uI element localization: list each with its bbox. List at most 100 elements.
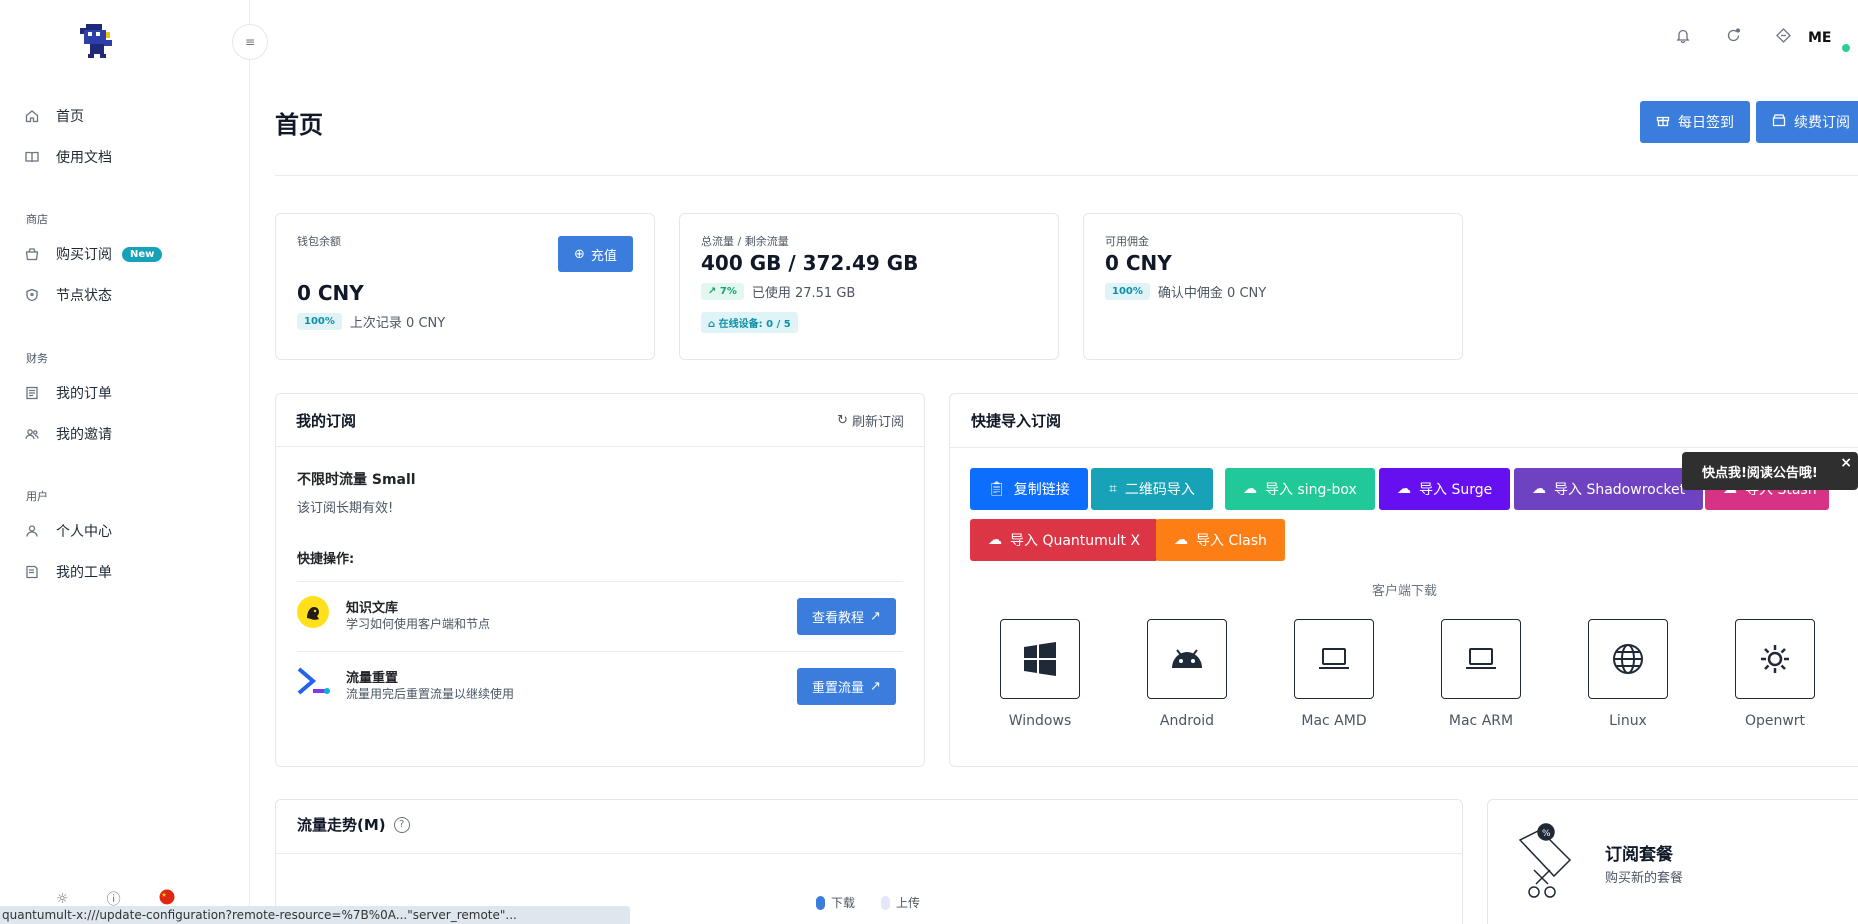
subscription-card: 我的订阅 ↻ 刷新订阅 不限时流量 Small 该订阅长期有效! 快捷操作: 知…: [275, 393, 925, 767]
reset-traffic-button[interactable]: 重置流量 ↗: [797, 668, 896, 705]
client-openwrt[interactable]: Openwrt: [1735, 619, 1815, 729]
ops-divider: [297, 581, 903, 582]
sidebar-item-invite[interactable]: 我的邀请: [24, 420, 112, 448]
avatar-initials: ME: [1808, 29, 1832, 46]
laptop-icon: [1441, 619, 1521, 699]
sidebar-item-label: 个人中心: [56, 524, 112, 540]
user-icon: [24, 523, 40, 539]
clipboard-icon: 📋︎: [988, 481, 1006, 497]
traffic-pill: ↗ 7%: [701, 283, 744, 300]
legend-download[interactable]: 下载: [816, 894, 855, 911]
help-icon[interactable]: ?: [393, 816, 410, 833]
bell-icon[interactable]: [1658, 28, 1708, 47]
legend-upload[interactable]: 上传: [881, 894, 920, 911]
commission-note: 确认中佣金 0 CNY: [1157, 286, 1267, 301]
avatar[interactable]: ME: [1808, 29, 1850, 52]
wallet-note: 上次记录 0 CNY: [349, 316, 446, 331]
sidebar-item-profile[interactable]: 个人中心: [24, 517, 112, 545]
svg-text:%: %: [1542, 829, 1551, 839]
traffic-trend-title: 流量走势(M): [297, 816, 386, 834]
shop-icon: [24, 246, 40, 262]
sidebar: 首页 使用文档 商店 购买订阅 New 节点状态 财务 我的订单 我的邀请 用户…: [0, 0, 250, 924]
daily-checkin-label: 每日签到: [1678, 115, 1734, 131]
op-reset-desc: 流量用完后重置流量以继续使用: [346, 687, 515, 701]
sidebar-item-label: 首页: [56, 109, 84, 125]
sidebar-item-home[interactable]: 首页: [24, 102, 84, 130]
subscription-card-header: 我的订阅 ↻ 刷新订阅: [276, 394, 924, 447]
daily-checkin-button[interactable]: 每日签到: [1640, 101, 1750, 143]
import-quantumultx-label: 导入 Quantumult X: [1010, 533, 1141, 549]
client-mac-amd[interactable]: Mac AMD: [1294, 619, 1374, 729]
sun-icon[interactable]: ☼: [56, 891, 69, 907]
cloud-download-icon: ☁: [1397, 481, 1411, 497]
copy-link-button[interactable]: 📋︎ 复制链接: [970, 468, 1088, 510]
announcement-tooltip[interactable]: 快点我!阅读公告哦! ×: [1682, 452, 1858, 490]
client-label: Mac AMD: [1301, 713, 1367, 729]
wallet-note-row: 100% 上次记录 0 CNY: [297, 312, 445, 331]
app-root: 首页 使用文档 商店 购买订阅 New 节点状态 财务 我的订单 我的邀请 用户…: [0, 0, 1858, 924]
import-clash-label: 导入 Clash: [1196, 533, 1267, 549]
sidebar-item-buy[interactable]: 购买订阅 New: [24, 240, 163, 268]
qrcode-icon: ⌗: [1109, 481, 1117, 497]
import-clash-button[interactable]: ☁ 导入 Clash: [1156, 519, 1285, 561]
op-knowledge-icon: [297, 596, 329, 632]
plans-title: 订阅套餐: [1605, 845, 1673, 865]
op-knowledge-desc: 学习如何使用客户端和节点: [346, 617, 491, 631]
diamond-icon[interactable]: [1758, 28, 1808, 47]
sidebar-item-label: 我的订单: [56, 386, 112, 402]
sidebar-item-orders[interactable]: 我的订单: [24, 379, 112, 407]
renew-subscription-button[interactable]: 续费订阅: [1756, 101, 1858, 143]
page-title: 首页: [275, 111, 323, 139]
recharge-button[interactable]: ⊕ 充值: [558, 236, 633, 272]
client-label: Mac ARM: [1448, 713, 1514, 729]
legend-upload-label: 上传: [896, 896, 921, 910]
book-icon: [24, 149, 40, 165]
logo[interactable]: [76, 22, 116, 60]
import-singbox-label: 导入 sing-box: [1265, 482, 1357, 498]
home-icon: [24, 108, 40, 124]
view-tutorial-button[interactable]: 查看教程 ↗: [797, 598, 896, 635]
sidebar-item-docs[interactable]: 使用文档: [24, 143, 112, 171]
client-download-header: 客户端下载: [1372, 584, 1438, 599]
sidebar-item-node-status[interactable]: 节点状态: [24, 281, 112, 309]
coupon-scissors-icon: %: [1512, 820, 1582, 910]
commission-note-row: 100% 确认中佣金 0 CNY: [1105, 282, 1266, 301]
quick-ops-label: 快捷操作:: [297, 552, 355, 567]
devices-value: 在线设备: 0 / 5: [718, 319, 791, 330]
sidebar-item-label: 我的工单: [56, 565, 112, 581]
wallet-label: 钱包余额: [297, 235, 341, 248]
import-surge-button[interactable]: ☁ 导入 Surge: [1379, 468, 1511, 510]
view-tutorial-label: 查看教程: [812, 611, 865, 626]
quick-import-title: 快捷导入订阅: [971, 412, 1062, 430]
plan-name: 不限时流量 Small: [297, 472, 416, 488]
store-icon: [1772, 113, 1786, 131]
client-linux[interactable]: Linux: [1588, 619, 1668, 729]
import-singbox-button[interactable]: ☁ 导入 sing-box: [1225, 468, 1375, 510]
devices-icon: ⌂: [708, 319, 716, 330]
client-android[interactable]: Android: [1147, 619, 1227, 729]
sidebar-toggle-button[interactable]: ≡: [232, 24, 268, 60]
client-windows[interactable]: Windows: [1000, 619, 1080, 729]
op-reset-icon: [297, 667, 331, 701]
trend-up-icon: ↗: [708, 286, 717, 297]
traffic-card: 总流量 / 剩余流量 400 GB / 372.49 GB ↗ 7% 已使用 2…: [679, 213, 1059, 360]
plans-card[interactable]: % 订阅套餐 购买新的套餐 ›: [1487, 799, 1858, 924]
refresh-icon[interactable]: [1708, 28, 1758, 47]
qrcode-import-button[interactable]: ⌗ 二维码导入: [1091, 468, 1213, 510]
commission-value: 0 CNY: [1105, 251, 1172, 275]
refresh-subscription-button[interactable]: ↻ 刷新订阅: [837, 411, 904, 430]
online-status-dot: [1842, 43, 1850, 52]
cloud-download-icon: ☁: [988, 532, 1002, 548]
subscription-title: 我的订阅: [296, 411, 357, 430]
close-icon[interactable]: ×: [1840, 455, 1852, 471]
import-quantumultx-button[interactable]: ☁ 导入 Quantumult X: [970, 519, 1159, 561]
ops-divider-2: [297, 651, 903, 652]
header-divider: [275, 175, 1858, 176]
import-shadowrocket-button[interactable]: ☁ 导入 Shadowrocket: [1514, 468, 1704, 510]
status-bar-url: quantumult-x:///update-configuration?rem…: [0, 906, 630, 924]
client-mac-arm[interactable]: Mac ARM: [1441, 619, 1521, 729]
sidebar-item-tickets[interactable]: 我的工单: [24, 558, 112, 586]
sidebar-item-label: 购买订阅: [56, 247, 112, 263]
plus-circle-icon: ⊕: [574, 246, 585, 262]
sidebar-item-label: 我的邀请: [56, 427, 112, 443]
